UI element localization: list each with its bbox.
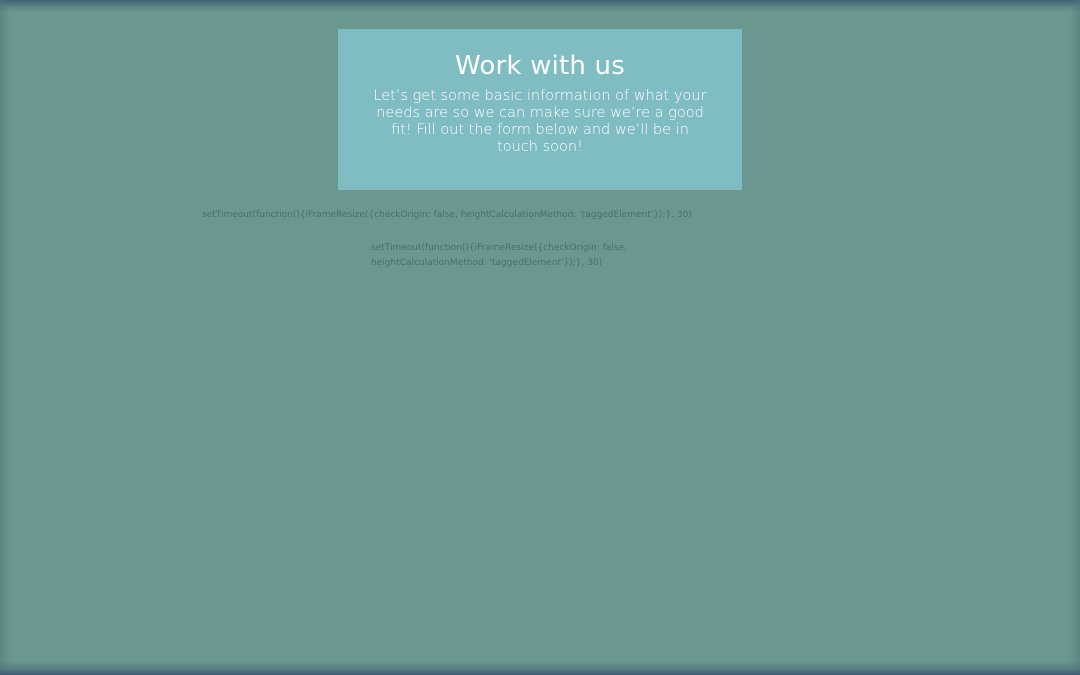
page-title: Work with us xyxy=(455,51,625,81)
embed-script-text-secondary: setTimeout(function(){iFrameResize({chec… xyxy=(371,243,627,268)
bottom-edge-shadow xyxy=(0,661,1080,675)
embed-script-text: setTimeout(function(){iFrameResize({chec… xyxy=(202,210,692,220)
top-edge-shadow xyxy=(0,0,1080,12)
right-edge-shadow xyxy=(1070,0,1080,675)
work-with-us-card: Work with us Let’s get some basic inform… xyxy=(338,29,742,190)
left-edge-shadow xyxy=(0,0,10,675)
intro-text: Let’s get some basic information of what… xyxy=(373,88,707,155)
